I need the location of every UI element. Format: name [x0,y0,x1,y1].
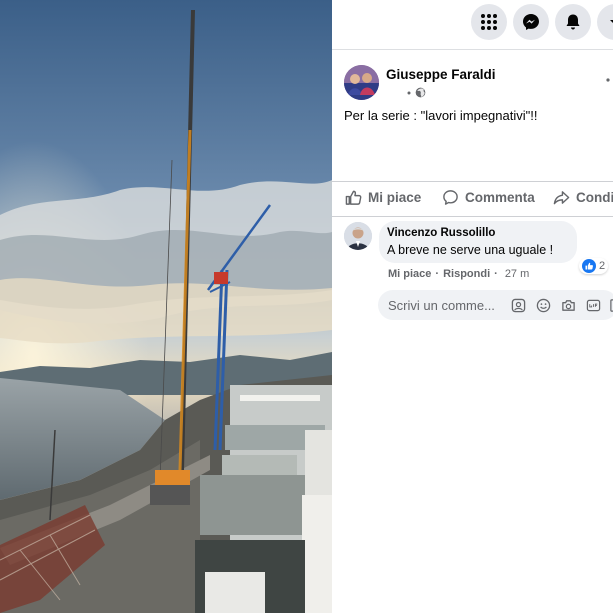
more-dots-icon [606,78,610,82]
comment-text: A breve ne serve una uguale ! [387,243,554,257]
emoji-button[interactable] [535,297,551,313]
post-meta [406,87,426,98]
menu-grid-button[interactable] [471,4,507,40]
post-text: Per la serie : "lavori impegnativi"!! [344,108,538,123]
post-photo[interactable] [0,0,332,613]
more-composer-button[interactable] [608,297,613,313]
crane-photo [0,0,332,613]
gif-button[interactable] [585,297,601,313]
avatar-sticker-icon [511,298,525,312]
post-actions: Mi piace Commenta Condi [332,182,613,216]
like-reaction-icon [582,259,596,273]
globe-icon[interactable] [415,87,426,98]
comment-bubble: Vincenzo Russolillo A breve ne serve una… [379,221,609,274]
comment-button[interactable]: Commenta [442,189,535,206]
post-author-name[interactable]: Giuseppe Faraldi [386,67,496,82]
comment-reply-link[interactable]: Rispondi [443,268,490,280]
share-icon [553,191,570,205]
comment-item: Vincenzo Russolillo A breve ne serve una… [344,221,613,281]
like-label: Mi piace [368,190,422,205]
comment-composer[interactable] [378,290,613,320]
photo-button[interactable] [560,297,576,313]
account-menu-button[interactable] [597,4,613,40]
commenter-avatar-photo [344,222,372,250]
top-bar [332,0,613,50]
comment-like-link[interactable]: Mi piace [388,268,431,280]
notifications-button[interactable] [555,4,591,40]
post-options-button[interactable] [606,69,613,87]
comment-links: Mi piace · Rispondi · 27 m [388,268,529,280]
like-button[interactable]: Mi piace [345,189,421,206]
bell-icon [566,14,580,30]
separator: · [494,268,498,280]
sticker-button[interactable] [510,297,526,313]
comment-label: Commenta [465,190,535,205]
messenger-icon [523,14,539,30]
share-label: Condi [576,190,613,205]
comment-reactions[interactable]: 2 [579,258,609,274]
divider [332,216,613,217]
avatar-photo [344,65,379,100]
comment-icon [443,190,458,205]
camera-icon [561,299,575,311]
thumbs-up-icon [345,190,362,205]
post-panel: Giuseppe Faraldi Per la serie : "lavori … [332,0,613,613]
share-button[interactable]: Condi [553,189,613,206]
post-header: Giuseppe Faraldi [344,65,613,105]
chevron-down-icon [610,20,613,23]
comment-timestamp[interactable]: 27 m [505,268,529,280]
commenter-name[interactable]: Vincenzo Russolillo [387,227,495,239]
separator: · [435,268,440,280]
comment-input[interactable] [388,295,506,315]
commenter-avatar[interactable] [344,222,372,250]
messenger-button[interactable] [513,4,549,40]
sticker-icon [609,298,613,312]
separator-dot-icon [407,91,411,94]
author-avatar[interactable] [344,65,379,100]
menu-grid-icon [481,14,497,30]
gif-icon [586,299,600,311]
reaction-count: 2 [599,260,606,272]
emoji-icon [536,298,550,312]
